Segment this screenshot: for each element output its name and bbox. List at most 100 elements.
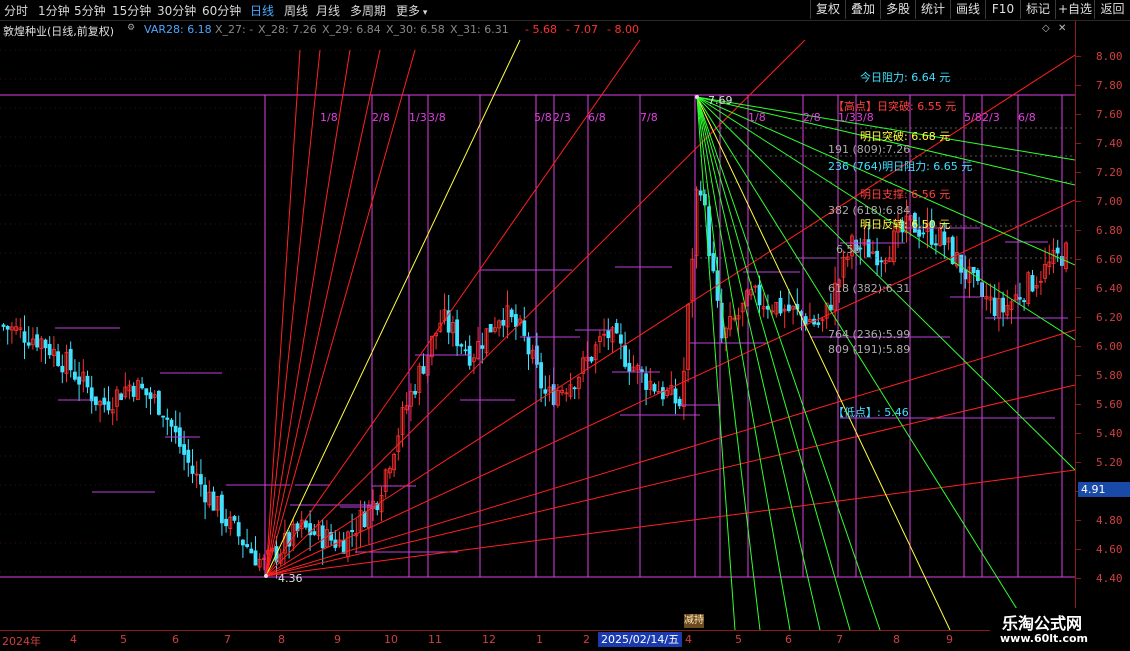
gann-fan-line [265,49,321,577]
gann-fan-line [696,96,1031,630]
price-tick [1076,259,1081,260]
candle-body [606,330,611,339]
date-label: 2 [583,633,590,646]
indicator-value: - 7.07 [566,23,598,36]
date-label: 4 [685,633,692,646]
candle-body [224,518,229,527]
date-label: 6 [785,633,792,646]
tab-5min[interactable]: 5分钟 [74,2,106,19]
tab-intraday[interactable]: 分时 [4,2,28,19]
watermark: 乐淘公式网 www.60lt.com [990,608,1130,650]
price-label: 7.80 [1096,79,1123,92]
fib-label: 5/8 [964,111,982,124]
candle-body [165,417,170,420]
diamond-icon[interactable]: ◇ [1042,23,1050,34]
candle-body [1055,247,1060,254]
candle-body [463,349,468,352]
fib-label: 3/8 [428,111,446,124]
indicator-value: X_29: 6.84 [322,23,381,36]
candle-body [1001,297,1005,313]
event-marker[interactable]: 减持 [684,614,704,628]
current-price-tag: 4.91 [1078,482,1130,497]
fib-label: 7/8 [640,111,658,124]
tab-more[interactable]: 更多 [396,2,427,19]
price-tick [1076,404,1081,405]
candle-body [787,304,791,312]
candle-body [661,387,665,400]
price-tick [1076,114,1081,115]
candle-body [102,397,107,405]
tab-1min[interactable]: 1分钟 [38,2,70,19]
price-tick [1076,288,1081,289]
gann-fan-line [265,54,1075,577]
add-watchlist-button[interactable]: +自选 [1055,0,1094,19]
candle-body [35,334,39,348]
fib-label: 1/8 [748,111,766,124]
gann-fan-line [696,96,821,630]
candle-body [341,539,346,554]
price-tick [1076,230,1081,231]
candle-body [619,334,623,344]
price-label: 7.60 [1096,108,1123,121]
candle-body [992,297,997,316]
indicator-value: X_31: 6.31 [450,23,509,36]
candle-body [816,322,821,325]
price-tick [1076,56,1081,57]
overlay-button[interactable]: 叠加 [845,0,880,19]
tab-60min[interactable]: 60分钟 [202,2,241,19]
fib-label: 1/8 [320,111,338,124]
candle-body [161,415,166,418]
candle-body [249,548,254,554]
settings-icon[interactable]: ⚙ [127,23,135,33]
candle-body [320,525,325,549]
date-label: 8 [278,633,285,646]
tab-weekly[interactable]: 周线 [284,2,308,19]
candle-body [539,362,543,389]
price-label: 4.40 [1096,572,1123,585]
tab-daily[interactable]: 日线 [250,2,274,19]
candle-body [73,371,77,380]
high-point-label: 7.69 [708,94,733,107]
gann-fan-line [696,96,881,630]
candle-body [253,550,258,566]
tab-15min[interactable]: 15分钟 [112,2,151,19]
f10-button[interactable]: F10 [985,0,1020,19]
candle-body [148,392,153,399]
price-tick [1076,346,1081,347]
fib-label: 2/3 [982,111,1000,124]
draw-line-button[interactable]: 画线 [950,0,985,19]
candle-body [543,389,548,394]
mark-button[interactable]: 标记 [1020,0,1055,19]
candle-body [1022,300,1026,303]
candle-body [350,530,355,532]
candle-body [85,375,90,388]
tab-monthly[interactable]: 月线 [316,2,340,19]
kline-chart[interactable]: 4.36 7.69 1/8 2/8 1/3 3/8 5/8 2/3 6/8 7/… [0,38,1075,630]
statistics-button[interactable]: 统计 [915,0,950,19]
close-icon[interactable]: ✕ [1058,23,1066,34]
candle-body [413,390,418,395]
tab-30min[interactable]: 30分钟 [157,2,196,19]
indicator-value: X_28: 7.26 [258,23,317,36]
adjust-button[interactable]: 复权 [810,0,845,19]
level-label: 236 (764)明日阻力: 6.65 元 [828,160,973,173]
candle-body [47,343,52,356]
level-label: 明日突破: 6.68 元 [860,130,951,143]
indicator-value: - 8.00 [607,23,639,36]
price-tick [1076,317,1081,318]
watermark-title: 乐淘公式网 [1002,614,1083,633]
candle-body [614,323,619,334]
price-label: 4.60 [1096,543,1123,556]
gann-fan-line [265,199,1075,577]
candle-body [240,539,245,546]
candle-body [22,331,27,343]
back-button[interactable]: 返回 [1094,0,1130,19]
price-tick [1076,85,1081,86]
multi-stock-button[interactable]: 多股 [880,0,915,19]
indicator-value: - 5.68 [525,23,557,36]
candle-body [1018,297,1022,300]
price-label: 6.20 [1096,311,1123,324]
candle-body [1,324,6,327]
candle-body [866,239,871,258]
tab-multi-period[interactable]: 多周期 [350,2,386,19]
